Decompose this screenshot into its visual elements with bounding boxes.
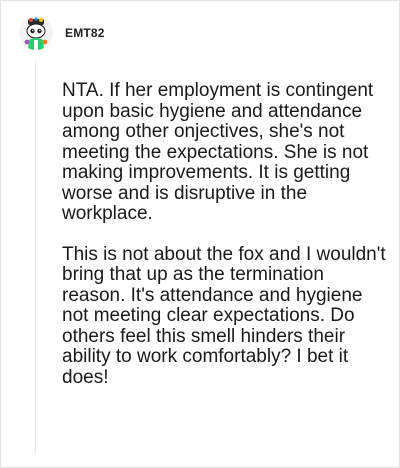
comment-body: NTA. If her employment is contingent upo… bbox=[62, 80, 388, 408]
comment-paragraph: This is not about the fox and I wouldn't… bbox=[62, 243, 386, 388]
comment-username[interactable]: EMT82 bbox=[65, 26, 105, 40]
avatar-graphic bbox=[19, 16, 53, 50]
snoo-avatar-icon[interactable] bbox=[19, 16, 53, 50]
comment-header: EMT82 bbox=[19, 15, 105, 51]
thread-line[interactable] bbox=[35, 61, 36, 453]
comment-paragraph: NTA. If her employment is contingent upo… bbox=[62, 80, 374, 224]
comment-card: EMT82 NTA. If her employment is continge… bbox=[0, 0, 400, 468]
